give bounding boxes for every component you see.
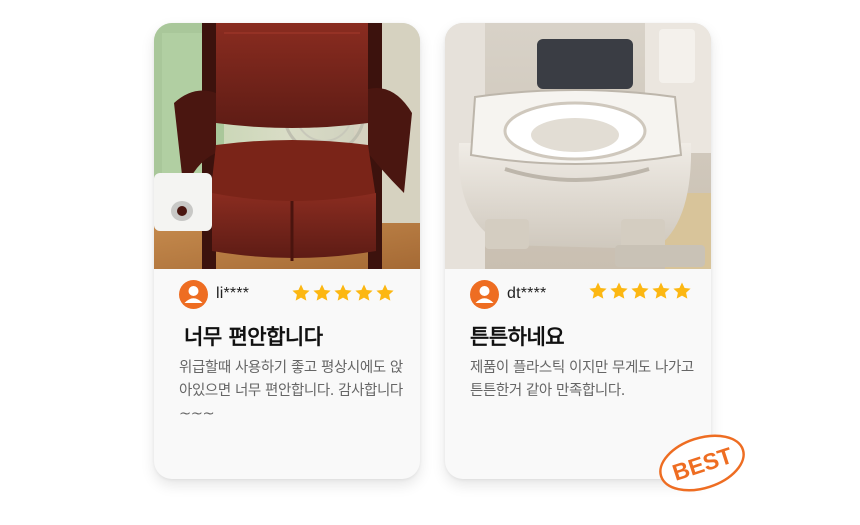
review-card[interactable]: dt**** 튼튼하네요 제품이 플라스틱 이지만 무게도 나가고 튼튼한거 같… [445,23,711,479]
avatar [470,280,499,309]
star-icon [313,284,331,301]
star-icon [589,282,607,299]
plastic-toilet-image [445,23,711,269]
review-photo[interactable] [154,23,420,269]
star-icon [652,282,670,299]
star-icon [610,282,628,299]
review-card[interactable]: li**** 너무 편안합니다 위급할때 사용하기 좋고 평상시에도 앉아있으면… [154,23,420,479]
review-title: 튼튼하네요 [470,325,565,349]
avatar [179,280,208,309]
star-icon [631,282,649,299]
username: dt**** [507,285,547,302]
star-icon [334,284,352,301]
review-gallery: li**** 너무 편안합니다 위급할때 사용하기 좋고 평상시에도 앉아있으면… [0,0,860,525]
star-rating [588,281,692,303]
review-body: 제품이 플라스틱 이지만 무게도 나가고 튼튼한거 같아 만족합니다. [470,360,694,399]
review-title: 너무 편안합니다 [184,325,323,349]
star-icon [292,284,310,301]
username: li**** [216,285,250,302]
star-rating [291,283,395,305]
review-meta: li**** [179,280,398,310]
toilet-chair-image [154,23,420,269]
review-body: 위급할때 사용하기 좋고 평상시에도 앉아있으면 너무 편안합니다. 감사합니다… [179,360,403,422]
review-meta: dt**** [470,280,692,310]
star-icon [673,282,691,299]
user-icon [184,286,203,303]
best-badge: BEST [656,432,748,494]
user-icon [475,286,494,303]
star-icon [355,284,373,301]
star-icon [376,284,394,301]
review-photo[interactable] [445,23,711,269]
